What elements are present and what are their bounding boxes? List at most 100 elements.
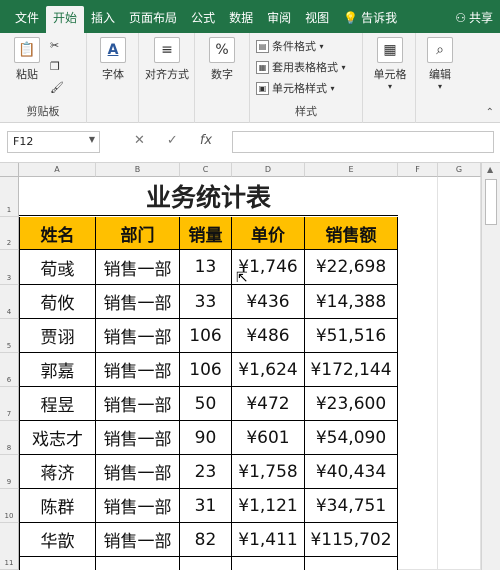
format-painter-button[interactable]: 🖌 [50,81,64,94]
cell-unit-price[interactable]: ¥436 [232,285,305,319]
sheet-title[interactable]: 业务统计表 [19,177,398,216]
cell-department[interactable]: 销售一部 [96,353,180,387]
cell-unit-price[interactable]: ¥1,758 [232,455,305,489]
cell-quantity[interactable]: 31 [180,489,232,523]
alignment-button[interactable]: ≡ 对齐方式 [141,37,193,82]
header-cell-quantity[interactable]: 销量 [180,217,232,250]
tab-formulas[interactable]: 公式 [184,6,222,33]
row-header-8[interactable]: 8 [0,421,19,455]
name-box[interactable]: F12 ▼ [7,131,100,153]
cell-unit-price[interactable]: ¥1,121 [232,489,305,523]
cancel-icon[interactable]: ✕ [134,133,145,148]
cell-quantity[interactable]: 13 [180,250,232,285]
cell-department[interactable]: 销售一部 [96,319,180,353]
number-button[interactable]: % 数字 [205,37,239,82]
column-header-d[interactable]: D [232,163,305,177]
row-header-10[interactable]: 10 [0,489,19,523]
cell-name[interactable]: 荀彧 [19,250,96,285]
tab-home[interactable]: 开始 [46,6,85,33]
header-cell-department[interactable]: 部门 [96,217,180,250]
cell-department[interactable]: 销售一部 [96,387,180,421]
tell-me[interactable]: 💡 告诉我 [336,6,404,33]
share-button[interactable]: ⚇ 共享 [448,6,500,33]
cell-unit-price[interactable]: ¥1,411 [232,523,305,557]
row-header-3[interactable]: 3 [0,250,19,285]
header-cell-unit-price[interactable]: 单价 [232,217,305,250]
formula-input[interactable] [232,131,494,153]
select-all-corner[interactable] [0,163,19,177]
column-header-c[interactable]: C [180,163,232,177]
conditional-format-button[interactable]: ▤ 条件格式 ▾ [256,38,324,54]
column-header-f[interactable]: F [398,163,438,177]
cell-department[interactable]: 销售一部 [96,285,180,319]
row-header-1[interactable]: 1 [0,177,19,217]
cell-name[interactable]: 贾诩 [19,319,96,353]
tab-view[interactable]: 视图 [298,6,336,33]
insert-function-icon[interactable]: fx [200,133,212,148]
header-cell-sales-amount[interactable]: 销售额 [305,217,398,250]
cell-sales-amount[interactable]: ¥54,090 [305,421,398,455]
cell-sales-amount[interactable]: ¥51,516 [305,319,398,353]
row-header-9[interactable]: 9 [0,455,19,489]
cell-name[interactable]: 程昱 [19,387,96,421]
cell-quantity[interactable]: 33 [180,285,232,319]
cell-quantity[interactable]: 106 [180,353,232,387]
cell-name[interactable]: 郭嘉 [19,353,96,387]
cell-department[interactable]: 销售一部 [96,489,180,523]
cell-name[interactable]: 华歆 [19,523,96,557]
cell-name[interactable]: 蒋济 [19,455,96,489]
tab-page-layout[interactable]: 页面布局 [122,6,184,33]
cell-name[interactable]: 荀攸 [19,285,96,319]
cell-quantity[interactable]: 90 [180,421,232,455]
cell-quantity[interactable] [180,557,232,570]
cell-sales-amount[interactable]: ¥22,698 [305,250,398,285]
cell-sales-amount[interactable]: ¥40,434 [305,455,398,489]
cell-name[interactable]: 陈群 [19,489,96,523]
scroll-up-icon[interactable]: ▲ [487,165,493,174]
column-header-a[interactable]: A [19,163,96,177]
empty-cell[interactable] [438,177,481,570]
vertical-scrollbar[interactable]: ▲ [481,163,500,570]
cell-department[interactable]: 销售一部 [96,250,180,285]
paste-button[interactable]: 📋 粘贴 [10,37,44,82]
cell-unit-price[interactable]: ¥472 [232,387,305,421]
tab-file[interactable]: 文件 [8,6,46,33]
row-header-6[interactable]: 6 [0,353,19,387]
cell-sales-amount[interactable]: ¥34,751 [305,489,398,523]
cell-name[interactable] [19,557,96,570]
scroll-thumb[interactable] [485,179,497,225]
row-header-11[interactable]: 11 [0,523,19,570]
cell-unit-price[interactable]: ¥1,624 [232,353,305,387]
cell-style-button[interactable]: ▣ 单元格样式 ▾ [256,80,335,96]
cell-quantity[interactable]: 106 [180,319,232,353]
editing-button[interactable]: ⌕ 编辑 ▾ [422,37,458,91]
column-header-e[interactable]: E [305,163,398,177]
tab-review[interactable]: 审阅 [260,6,298,33]
tab-data[interactable]: 数据 [222,6,260,33]
cell-quantity[interactable]: 82 [180,523,232,557]
collapse-ribbon-icon[interactable]: ⌃ [486,107,494,118]
cell-sales-amount[interactable]: ¥14,388 [305,285,398,319]
cell-quantity[interactable]: 50 [180,387,232,421]
font-button[interactable]: A 字体 [97,37,129,82]
cell-department[interactable]: 销售一部 [96,523,180,557]
cell-department[interactable]: 销售一部 [96,421,180,455]
row-header-4[interactable]: 4 [0,285,19,319]
row-header-5[interactable]: 5 [0,319,19,353]
cell-unit-price[interactable]: ¥486 [232,319,305,353]
cut-button[interactable]: ✂ [50,39,59,52]
cell-unit-price[interactable]: ¥601 [232,421,305,455]
cell-department[interactable]: 销售一部 [96,455,180,489]
column-header-g[interactable]: G [438,163,481,177]
empty-cell[interactable] [398,177,438,570]
row-header-2[interactable]: 2 [0,217,19,250]
enter-icon[interactable]: ✓ [167,133,178,148]
table-format-button[interactable]: ▦ 套用表格格式 ▾ [256,59,346,75]
cell-name[interactable]: 戏志才 [19,421,96,455]
cell-sales-amount[interactable]: ¥172,144 [305,353,398,387]
tab-insert[interactable]: 插入 [84,6,122,33]
row-header-7[interactable]: 7 [0,387,19,421]
header-cell-name[interactable]: 姓名 [19,217,96,250]
cell-unit-price[interactable] [232,557,305,570]
cells-button[interactable]: ▦ 单元格 ▾ [365,37,415,91]
